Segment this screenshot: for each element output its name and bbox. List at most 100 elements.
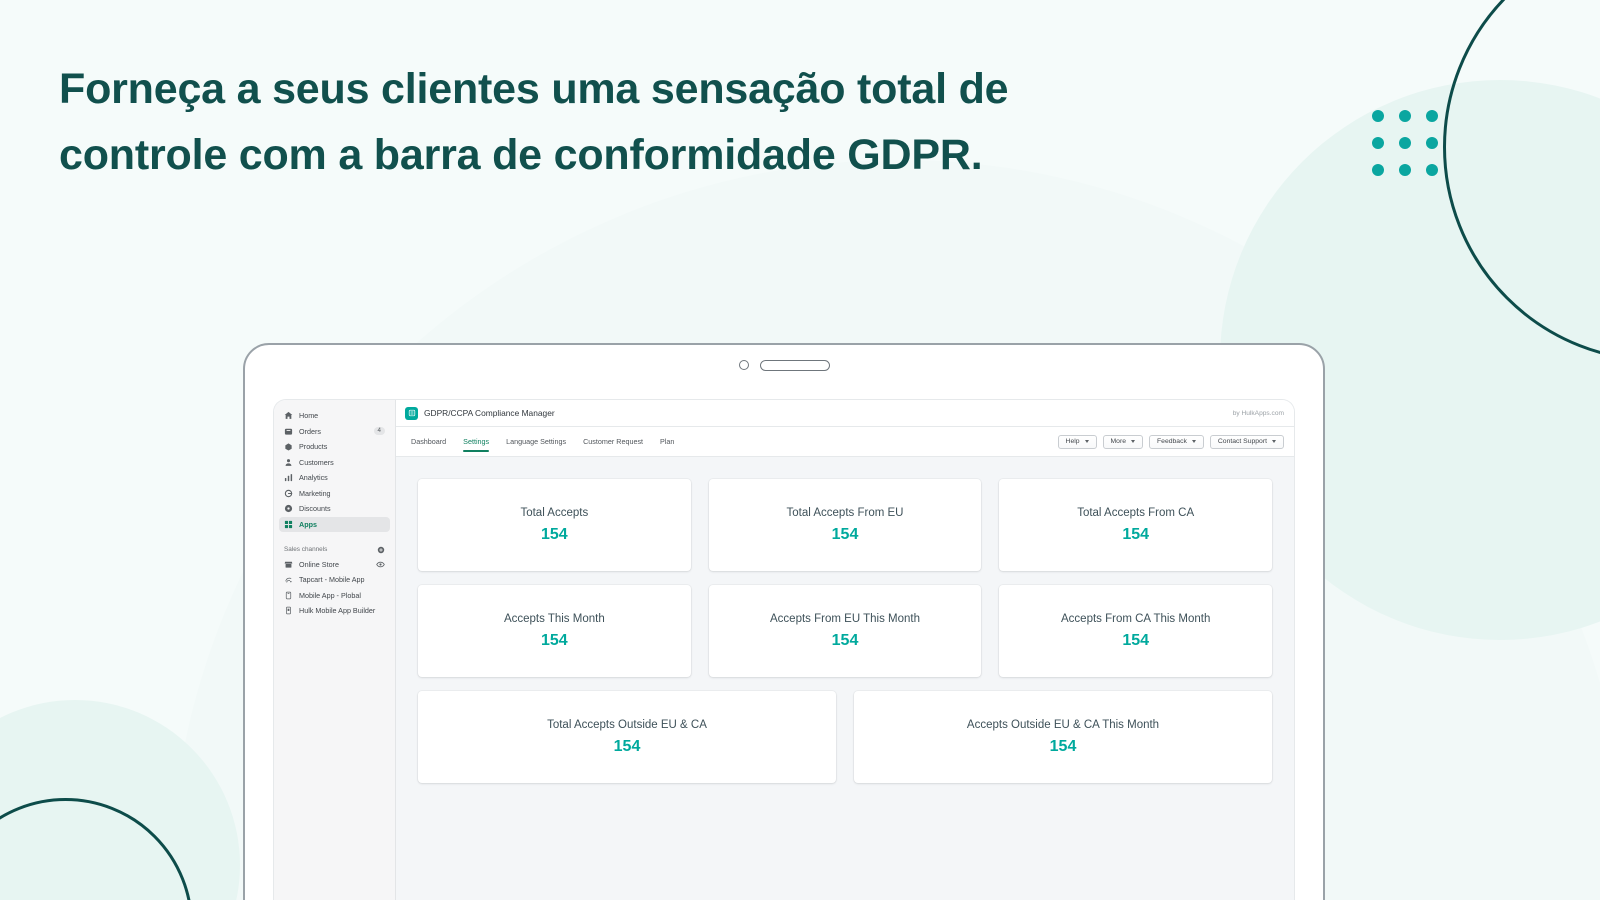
plobal-icon — [284, 591, 293, 600]
speaker-grille-icon — [760, 360, 830, 371]
sidebar-item-online-store[interactable]: Online Store — [279, 557, 390, 572]
stat-card-total-accepts-from-eu: Total Accepts From EU 154 — [708, 479, 982, 571]
stat-card-value: 154 — [1049, 738, 1077, 756]
discounts-icon — [284, 504, 293, 513]
device-bezel — [245, 345, 1323, 387]
feedback-button-label: Feedback — [1157, 438, 1187, 445]
sales-channels-header: Sales channels — [284, 546, 385, 554]
stat-card-title: Total Accepts — [520, 506, 589, 519]
help-button-label: Help — [1065, 438, 1080, 445]
sidebar-item-customers[interactable]: Customers — [279, 455, 390, 470]
tab-plan[interactable]: Plan — [660, 427, 674, 456]
sidebar-item-label: Discounts — [299, 504, 331, 513]
eye-icon[interactable] — [376, 560, 385, 569]
tab-list: Dashboard Settings Language Settings Cus… — [411, 427, 674, 456]
mint-circle-bottom-left — [0, 700, 240, 900]
feedback-button[interactable]: Feedback — [1149, 434, 1204, 449]
stat-card-title: Total Accepts Outside EU & CA — [547, 718, 707, 731]
stat-card-title: Accepts This Month — [503, 612, 605, 625]
products-icon — [284, 442, 293, 451]
stat-card-value: 154 — [1122, 632, 1150, 650]
app-pane: GDPR/CCPA Compliance Manager by HulkApps… — [396, 400, 1294, 900]
sidebar-item-label: Mobile App - Plobal — [299, 590, 361, 600]
stat-card-title: Total Accepts From EU — [786, 506, 904, 519]
tab-customer-request[interactable]: Customer Request — [583, 427, 643, 456]
sales-channels-label: Sales channels — [284, 546, 328, 553]
sidebar-item-marketing[interactable]: Marketing — [279, 486, 390, 501]
device-screen: Home Orders 4 Products Customers Analyti… — [274, 400, 1294, 900]
stats-row: Total Accepts 154 Total Accepts From EU … — [418, 479, 1273, 571]
outline-circle-top-right — [1443, 0, 1600, 362]
stat-card-accepts-from-eu-this-month: Accepts From EU This Month 154 — [708, 585, 982, 677]
more-button-label: More — [1110, 438, 1127, 445]
sidebar-item-label: Products — [299, 442, 328, 451]
chevron-down-icon — [1191, 440, 1196, 443]
outline-circle-bottom-left — [0, 798, 193, 900]
marketing-icon — [284, 489, 293, 498]
analytics-icon — [284, 473, 293, 482]
stat-card-total-accepts-outside-eu-ca: Total Accepts Outside EU & CA 154 — [418, 691, 836, 783]
app-action-buttons: Help More Feedback Contact Support — [1057, 427, 1284, 456]
sidebar-item-label: Orders — [299, 426, 321, 436]
sidebar-item-label: Tapcart - Mobile App — [299, 575, 365, 584]
chevron-down-icon — [1131, 440, 1136, 443]
sidebar-item-label: Marketing — [299, 488, 331, 498]
orders-badge: 4 — [373, 426, 385, 436]
sidebar-item-label: Online Store — [299, 559, 339, 569]
sidebar-item-mobile-app-plobal[interactable]: Mobile App - Plobal — [279, 588, 390, 603]
sidebar-item-analytics[interactable]: Analytics — [279, 470, 390, 485]
tab-language-settings[interactable]: Language Settings — [506, 427, 566, 456]
sidebar-item-hulk-mobile-app-builder[interactable]: Hulk Mobile App Builder — [279, 603, 390, 618]
app-byline: by HulkApps.com — [1232, 409, 1284, 417]
sidebar-item-label: Analytics — [299, 473, 328, 482]
app-topbar: GDPR/CCPA Compliance Manager by HulkApps… — [396, 400, 1294, 427]
stat-card-value: 154 — [1122, 526, 1150, 544]
more-button[interactable]: More — [1102, 434, 1144, 449]
customers-icon — [284, 458, 293, 467]
sidebar-item-apps[interactable]: Apps — [279, 516, 390, 532]
stat-card-accepts-outside-eu-ca-this-month: Accepts Outside EU & CA This Month 154 — [854, 691, 1272, 783]
stat-card-value: 154 — [831, 526, 859, 544]
tab-dashboard[interactable]: Dashboard — [411, 427, 446, 456]
stat-card-accepts-this-month: Accepts This Month 154 — [418, 585, 691, 677]
stats-row: Accepts This Month 154 Accepts From EU T… — [418, 585, 1273, 677]
stat-card-total-accepts-from-ca: Total Accepts From CA 154 — [999, 479, 1273, 571]
help-button[interactable]: Help — [1057, 434, 1097, 449]
store-icon — [284, 560, 293, 569]
admin-sidebar: Home Orders 4 Products Customers Analyti… — [274, 400, 396, 900]
sidebar-item-label: Home — [299, 411, 319, 420]
stats-row: Total Accepts Outside EU & CA 154 Accept… — [418, 691, 1272, 783]
sidebar-item-label: Apps — [299, 519, 317, 529]
promo-banner: Forneça a seus clientes uma sensação tot… — [0, 0, 1600, 900]
stat-card-value: 154 — [831, 632, 859, 650]
hulk-app-icon — [284, 606, 293, 615]
gdpr-logo-icon — [405, 406, 418, 420]
home-icon — [284, 411, 293, 420]
sidebar-item-tapcart-mobile-app[interactable]: Tapcart - Mobile App — [279, 572, 390, 587]
stat-card-title: Accepts From EU This Month — [770, 612, 920, 625]
stat-card-title: Accepts Outside EU & CA This Month — [966, 718, 1160, 731]
add-channel-icon[interactable] — [377, 546, 385, 554]
sidebar-item-home[interactable]: Home — [279, 408, 390, 423]
stat-card-value: 154 — [540, 632, 568, 650]
sidebar-item-products[interactable]: Products — [279, 439, 390, 454]
sidebar-item-label: Customers — [299, 457, 334, 467]
app-tabbar: Dashboard Settings Language Settings Cus… — [396, 427, 1294, 457]
stat-card-value: 154 — [540, 526, 568, 544]
sidebar-item-discounts[interactable]: Discounts — [279, 501, 390, 516]
dot-grid-icon — [1372, 110, 1438, 176]
contact-support-button[interactable]: Contact Support — [1209, 434, 1284, 449]
stat-card-title: Accepts From CA This Month — [1061, 612, 1211, 625]
apps-icon — [284, 520, 293, 529]
tab-settings[interactable]: Settings — [463, 427, 489, 456]
page-title: Forneça a seus clientes uma sensação tot… — [59, 65, 1009, 179]
stat-card-total-accepts: Total Accepts 154 — [418, 479, 691, 571]
stat-card-value: 154 — [613, 738, 641, 756]
sidebar-item-orders[interactable]: Orders 4 — [279, 424, 390, 439]
chevron-down-icon — [1084, 440, 1089, 443]
contact-support-button-label: Contact Support — [1217, 438, 1267, 445]
orders-icon — [284, 427, 293, 436]
stats-grid: Total Accepts 154 Total Accepts From EU … — [396, 457, 1294, 900]
camera-dot-icon — [739, 360, 749, 370]
tapcart-icon — [284, 575, 293, 584]
